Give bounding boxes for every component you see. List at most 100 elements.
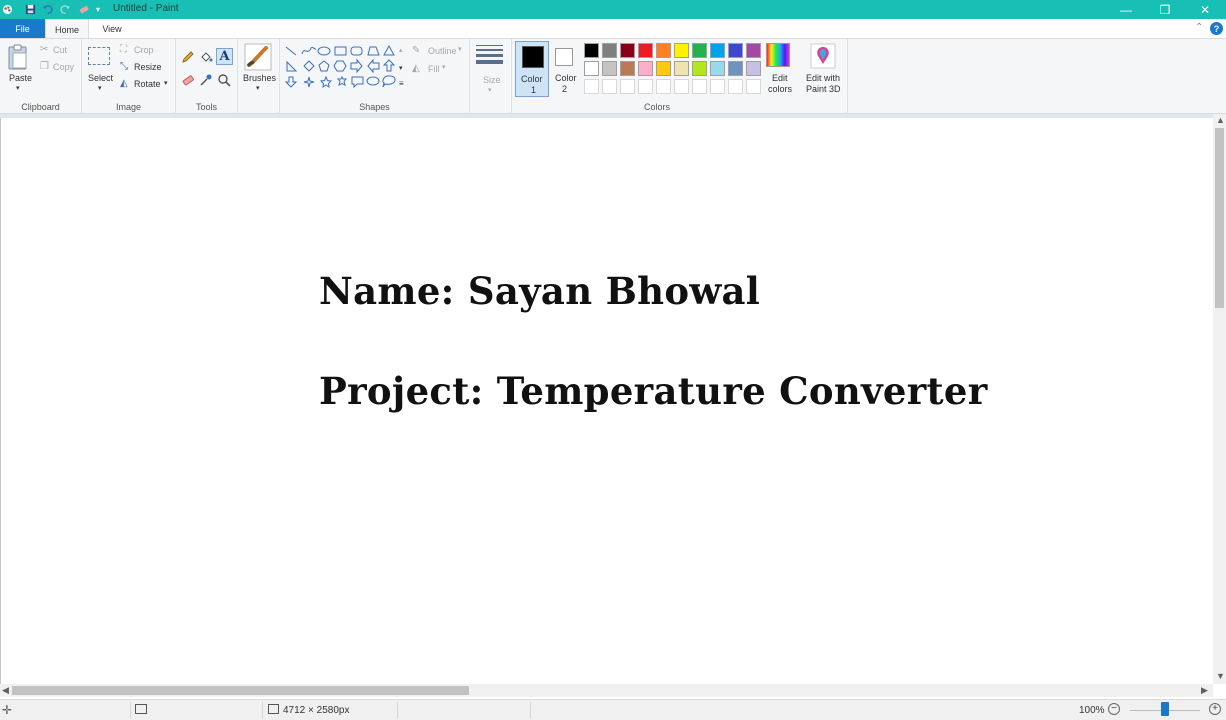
redo-icon[interactable] xyxy=(59,3,71,15)
custom-color-slot[interactable] xyxy=(746,79,761,94)
select-button[interactable]: Select ▾ xyxy=(86,45,114,93)
text-tool-icon[interactable]: A xyxy=(216,48,233,65)
color2-button[interactable]: Color 2 xyxy=(552,41,584,97)
palette-swatch[interactable] xyxy=(674,43,689,58)
scroll-left-icon[interactable]: ◀ xyxy=(2,685,9,696)
palette-swatch[interactable] xyxy=(656,61,671,76)
shapes-group-label: Shapes xyxy=(359,102,390,112)
paint-app-icon[interactable] xyxy=(1,3,13,15)
custom-color-slot[interactable] xyxy=(638,79,653,94)
tab-file[interactable]: File xyxy=(0,19,45,38)
image-group-label: Image xyxy=(115,102,141,112)
custom-color-slot[interactable] xyxy=(710,79,725,94)
copy-label: Copy xyxy=(53,62,75,72)
minimize-button[interactable]: — xyxy=(1106,0,1146,19)
scroll-right-icon[interactable]: ▶ xyxy=(1201,685,1208,696)
zoom-out-button[interactable]: − xyxy=(1108,703,1120,715)
magnifier-icon[interactable] xyxy=(217,73,231,89)
cut-button[interactable]: ✂ Cut xyxy=(40,44,67,55)
palette-swatch[interactable] xyxy=(584,61,599,76)
palette-swatch[interactable] xyxy=(674,61,689,76)
fill-bucket-icon[interactable] xyxy=(199,50,213,66)
custom-color-slot[interactable] xyxy=(620,79,635,94)
shapes-scroll-up-icon[interactable]: ▴ xyxy=(399,46,403,54)
canvas-text-name: Name: Sayan Bhowal xyxy=(319,269,761,313)
horizontal-scroll-thumb[interactable] xyxy=(12,686,469,695)
rotate-button[interactable]: ◭ Rotate ▾ xyxy=(120,78,168,89)
restore-icon: ❐ xyxy=(1159,2,1171,17)
outline-dropdown[interactable]: ✎ Outline ▾ xyxy=(412,45,462,56)
ribbon-tabs: File Home View ⌃ ? xyxy=(0,19,1226,39)
eraser-quick-icon[interactable] xyxy=(77,3,89,15)
custom-color-slot[interactable] xyxy=(584,79,599,94)
color1-button[interactable]: Color 1 xyxy=(515,41,549,97)
tab-home[interactable]: Home xyxy=(45,19,89,39)
drawing-canvas[interactable]: Name: Sayan Bhowal Project: Temperature … xyxy=(0,118,1213,684)
horizontal-scrollbar[interactable]: ◀ ▶ xyxy=(0,684,1213,697)
palette-swatch[interactable] xyxy=(584,43,599,58)
palette-swatch[interactable] xyxy=(638,43,653,58)
outline-label: Outline xyxy=(428,46,457,56)
color2-label: Color xyxy=(555,73,577,83)
brushes-dropdown-icon[interactable]: ▾ xyxy=(256,84,260,92)
save-icon[interactable] xyxy=(24,3,36,15)
shapes-gallery[interactable] xyxy=(284,44,400,96)
close-button[interactable]: ✕ xyxy=(1185,0,1225,19)
select-dropdown-icon[interactable]: ▾ xyxy=(98,84,102,92)
zoom-level: 100% xyxy=(1079,705,1105,716)
restore-button[interactable]: ❐ xyxy=(1145,0,1185,19)
cut-label: Cut xyxy=(53,45,68,55)
custom-color-slot[interactable] xyxy=(674,79,689,94)
shapes-more-icon[interactable]: ≡ xyxy=(399,79,404,88)
customize-quick-access-icon[interactable]: ▾ xyxy=(92,3,104,15)
size-group: Size ▾ xyxy=(470,39,512,115)
brushes-button[interactable]: Brushes ▾ xyxy=(243,43,276,93)
paste-dropdown-icon[interactable]: ▾ xyxy=(16,84,20,92)
edit-with-paint3d-button[interactable]: Edit with Paint 3D xyxy=(804,43,844,99)
scroll-down-icon[interactable]: ▼ xyxy=(1216,671,1225,681)
scroll-up-icon[interactable]: ▲ xyxy=(1216,115,1225,125)
custom-color-slot[interactable] xyxy=(692,79,707,94)
window-title: Untitled - Paint xyxy=(113,3,179,14)
vertical-scroll-thumb[interactable] xyxy=(1215,128,1224,308)
tab-view[interactable]: View xyxy=(92,19,132,38)
fill-dropdown[interactable]: ◭ Fill ▾ xyxy=(412,63,446,74)
edit-colors-button[interactable]: Edit colors xyxy=(766,43,796,99)
color-picker-icon[interactable] xyxy=(199,73,213,89)
undo-icon[interactable] xyxy=(41,3,53,15)
palette-swatch[interactable] xyxy=(602,43,617,58)
palette-swatch[interactable] xyxy=(638,61,653,76)
zoom-slider-thumb[interactable] xyxy=(1161,702,1169,716)
shapes-scroll-down-icon[interactable]: ▾ xyxy=(399,64,403,72)
palette-swatch[interactable] xyxy=(710,43,725,58)
help-icon[interactable]: ? xyxy=(1210,22,1223,35)
custom-color-slot[interactable] xyxy=(728,79,743,94)
custom-color-slot[interactable] xyxy=(656,79,671,94)
palette-swatch[interactable] xyxy=(746,43,761,58)
palette-swatch[interactable] xyxy=(710,61,725,76)
paste-button[interactable]: Paste ▾ xyxy=(6,43,32,92)
color-palette xyxy=(584,43,768,99)
crop-button[interactable]: ⛶ Crop xyxy=(120,44,154,55)
eraser-icon[interactable] xyxy=(181,73,195,89)
copy-icon: ❐ xyxy=(40,61,49,72)
palette-swatch[interactable] xyxy=(728,61,743,76)
size-button[interactable]: Size ▾ xyxy=(476,45,506,95)
palette-swatch[interactable] xyxy=(728,43,743,58)
palette-swatch[interactable] xyxy=(620,43,635,58)
pencil-icon[interactable] xyxy=(181,50,195,66)
palette-swatch[interactable] xyxy=(656,43,671,58)
collapse-ribbon-icon[interactable]: ⌃ xyxy=(1195,22,1203,33)
zoom-in-button[interactable]: + xyxy=(1209,703,1221,715)
palette-swatch[interactable] xyxy=(620,61,635,76)
palette-swatch[interactable] xyxy=(602,61,617,76)
resize-button[interactable]: ⤡ Resize xyxy=(120,61,162,72)
copy-button[interactable]: ❐ Copy xyxy=(40,61,74,72)
vertical-scrollbar[interactable]: ▲ ▼ xyxy=(1213,114,1226,684)
resize-icon: ⤡ xyxy=(120,61,128,72)
palette-swatch[interactable] xyxy=(746,61,761,76)
palette-swatch[interactable] xyxy=(692,61,707,76)
palette-swatch[interactable] xyxy=(692,43,707,58)
custom-color-slot[interactable] xyxy=(602,79,617,94)
rotate-dropdown-icon[interactable]: ▾ xyxy=(164,79,168,87)
